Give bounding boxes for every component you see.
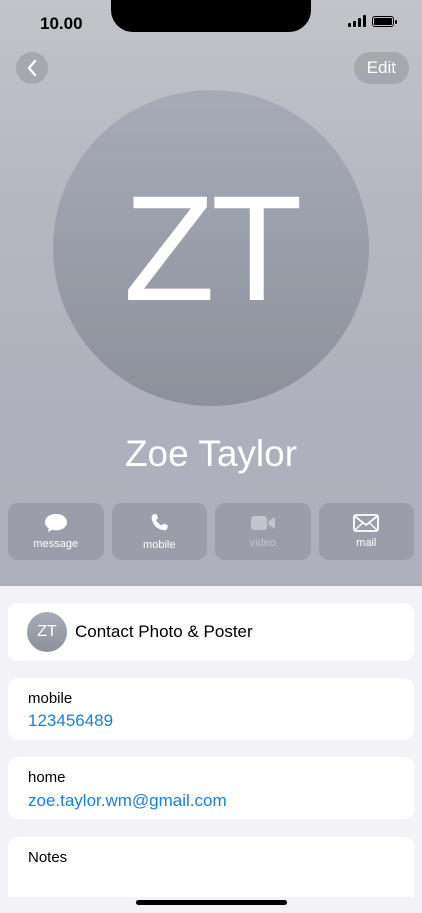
phone-icon (151, 514, 168, 531)
home-indicator[interactable] (136, 900, 287, 905)
mobile-field-card[interactable]: mobile 123456489 (8, 678, 414, 740)
device-notch (111, 0, 311, 32)
message-button[interactable]: message (8, 503, 104, 560)
poster-avatar-initials: ZT (37, 623, 57, 640)
message-label: message (33, 538, 79, 550)
quick-actions: message mobile video mail (8, 503, 414, 560)
mail-button[interactable]: mail (318, 503, 414, 560)
mobile-field-label: mobile (28, 690, 73, 707)
poster-avatar: ZT (27, 612, 67, 652)
contact-photo-poster-row[interactable]: ZT Contact Photo & Poster (8, 603, 414, 661)
notes-card[interactable]: Notes (8, 837, 414, 897)
home-email-link[interactable]: zoe.taylor.wm@gmail.com (28, 791, 227, 811)
mobile-label: mobile (143, 539, 176, 551)
video-call-button: video (215, 503, 311, 560)
mail-label: mail (356, 537, 377, 549)
home-email-card[interactable]: home zoe.taylor.wm@gmail.com (8, 757, 414, 819)
contact-name: Zoe Taylor (124, 433, 298, 474)
contact-header: 10.00 Edit ZT Zoe Taylor message mobile (0, 0, 422, 586)
back-button[interactable] (16, 52, 48, 84)
edit-button[interactable]: Edit (353, 52, 409, 84)
status-icons (348, 15, 397, 27)
notes-label: Notes (28, 849, 68, 866)
video-label: video (249, 537, 276, 549)
video-camera-icon (250, 516, 275, 530)
battery-icon (372, 15, 397, 27)
avatar-initials: ZT (123, 164, 302, 332)
mobile-phone-link[interactable]: 123456489 (28, 711, 113, 731)
call-mobile-button[interactable]: mobile (111, 503, 207, 560)
cellular-signal-icon (348, 15, 366, 27)
contact-avatar[interactable]: ZT (53, 90, 369, 406)
poster-label: Contact Photo & Poster (75, 622, 253, 641)
message-bubble-icon (44, 514, 67, 532)
chevron-left-icon (27, 59, 37, 77)
envelope-icon (353, 514, 380, 532)
home-field-label: home (28, 769, 66, 786)
status-time: 10.00 (40, 14, 83, 33)
